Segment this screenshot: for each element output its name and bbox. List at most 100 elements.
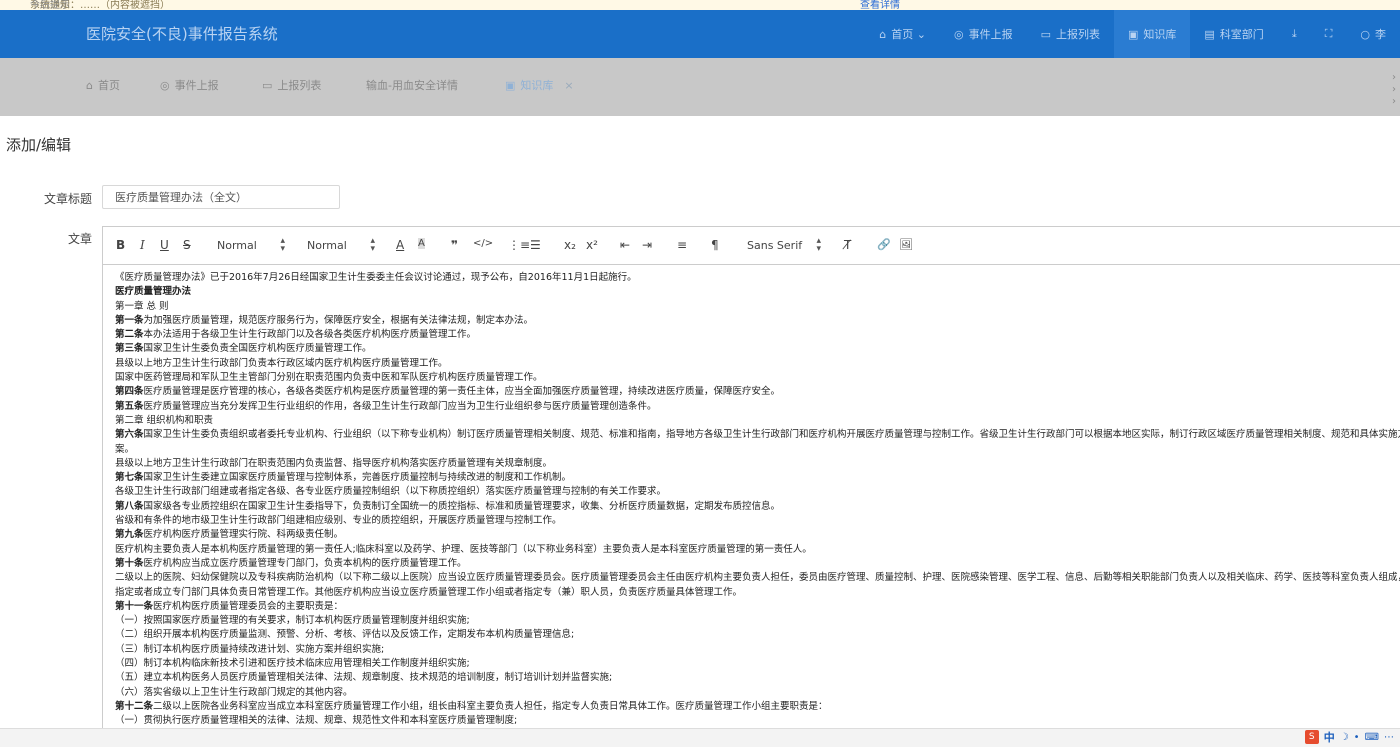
page-tabs: ⌂ 首页 ◎ 事件上报 ▭ 上报列表 输血-用血安全详情 ▣ 知识库 × › › › <box>0 58 1400 116</box>
align-button[interactable]: ≡ <box>677 238 687 252</box>
tab-home-label: 首页 <box>97 79 120 92</box>
size-picker-2[interactable]: Normal ▴ ▾ <box>307 237 375 254</box>
nav-download[interactable]: ⤓ <box>1278 10 1311 58</box>
paragraph-bold-text: 第十一条 <box>115 600 154 612</box>
nav-fullscreen[interactable]: ⛶ <box>1311 10 1347 58</box>
punctuation-icon[interactable]: • <box>1354 732 1360 743</box>
tab-knowledge-base[interactable]: ▣ 知识库 × <box>505 77 574 93</box>
content-paragraph: 第一条为加强医疗质量管理，规范医疗服务行为，保障医疗安全，根据有关法律法规，制定… <box>115 314 1400 328</box>
background-color-button[interactable]: A <box>418 238 425 249</box>
paragraph-bold-text: 医疗质量管理办法 <box>115 286 192 298</box>
paragraph-text: 本办法适用于各级卫生计生行政部门以及各级各类医疗机构医疗质量管理工作。 <box>143 329 477 341</box>
content-paragraph: 国家中医药管理局和军队卫生主管部门分别在职责范围内负责中医和军队医疗机构医疗质量… <box>115 371 1400 385</box>
image-button[interactable]: 🖼 <box>899 238 913 251</box>
paragraph-text: 县级以上地方卫生计生行政部门在职责范围内负责监督、指导医疗机构落实医疗质量管理有… <box>115 457 553 469</box>
ordered-list-button[interactable]: ⋮≡ <box>508 238 530 252</box>
close-icon[interactable]: × <box>564 79 573 92</box>
article-title-label: 文章标题 <box>43 192 92 206</box>
user-icon: ○ <box>1360 27 1370 41</box>
paragraph-text: 省级和有条件的地市级卫生计生行政部门组建相应级别、专业的质控组织，开展医疗质量管… <box>115 515 562 527</box>
top-nav: ⌂ 首页 ⌄ ◎ 事件上报 ▭ 上报列表 ▣ 知识库 ▤ 科室部门 ⤓ ⛶ ○ 李 <box>865 10 1400 58</box>
tab-transfusion-detail[interactable]: 输血-用血安全详情 <box>366 77 458 93</box>
updown-icon: ▴ ▾ <box>280 236 285 254</box>
superscript-button[interactable]: x² <box>586 238 598 252</box>
moon-icon[interactable]: ☽ <box>1340 732 1349 743</box>
bullet-list-button[interactable]: ☰ <box>530 238 541 252</box>
subscript-button[interactable]: x₂ <box>564 238 576 252</box>
content-paragraph: 县级以上地方卫生计生行政部门负责本行政区域内医疗机构医疗质量管理工作。 <box>115 357 1400 371</box>
outdent-button[interactable]: ⇤ <box>620 238 630 252</box>
nav-report-list[interactable]: ▭ 上报列表 <box>1027 10 1114 58</box>
strike-button[interactable]: S <box>183 238 191 252</box>
content-paragraph: 第十二条二级以上医院各业务科室应当成立本科室医疗质量管理工作小组，组长由科室主要… <box>115 700 1400 714</box>
nav-event-report-label: 事件上报 <box>968 28 1013 41</box>
italic-button[interactable]: I <box>140 238 145 252</box>
paragraph-text: （二）组织开展本机构医疗质量监测、预警、分析、考核、评估以及反馈工作，定期发布本… <box>115 629 575 641</box>
paragraph-bold-text: 第九条 <box>115 529 144 541</box>
more-icon[interactable]: ⋯ <box>1384 732 1394 743</box>
editor-content[interactable]: 《医疗质量管理办法》已于2016年7月26日经国家卫生计生委委主任会议讨论通过，… <box>115 271 1400 729</box>
content-paragraph: （一）按照国家医疗质量管理的有关要求，制订本机构医疗质量管理制度并组织实施; <box>115 614 1400 628</box>
nav-event-report[interactable]: ◎ 事件上报 <box>940 10 1027 58</box>
clear-format-button[interactable]: T̸ <box>844 238 851 252</box>
home-icon: ⌂ <box>879 27 887 41</box>
nav-department[interactable]: ▤ 科室部门 <box>1190 10 1277 58</box>
content-paragraph: 第五条医疗质量管理应当充分发挥卫生行业组织的作用，各级卫生计生行政部门应当为卫生… <box>115 400 1400 414</box>
code-block-button[interactable]: </> <box>473 238 493 249</box>
paragraph-text: 国家卫生计生委负责组织或者委托专业机构、行业组织（以下称专业机构）制订医疗质量管… <box>115 429 1400 455</box>
content-paragraph: 二级以上的医院、妇幼保健院以及专科疾病防治机构（以下称二级以上医院）应当设立医疗… <box>115 571 1400 600</box>
paragraph-bold-text: 第五条 <box>115 400 144 412</box>
paragraph-bold-text: 第四条 <box>115 386 144 398</box>
underline-button[interactable]: U <box>160 238 169 252</box>
paragraph-text: （三）制订本机构医疗质量持续改进计划、实施方案并组织实施; <box>115 643 385 655</box>
paragraph-text: 各级卫生计生行政部门组建或者指定各级、各专业医疗质量控制组织（以下称质控组织）落… <box>115 486 667 498</box>
input-language-icon[interactable]: 中 <box>1324 729 1335 745</box>
font-color-button[interactable]: A <box>396 238 404 252</box>
content-paragraph: 《医疗质量管理办法》已于2016年7月26日经国家卫生计生委委主任会议讨论通过，… <box>115 271 1400 285</box>
tabs-scroll-arrows[interactable]: › › › <box>1392 72 1396 108</box>
blockquote-button[interactable]: ❞ <box>451 238 458 252</box>
indent-button[interactable]: ⇥ <box>642 238 652 252</box>
content-paragraph: （二）组织开展本机构医疗质量监测、预警、分析、考核、评估以及反馈工作，定期发布本… <box>115 628 1400 642</box>
font-picker[interactable]: Sans Serif ▴ ▾ <box>747 237 821 254</box>
rich-text-editor: B I U S Normal ▴ ▾ Normal ▴ ▾ A A ❞ </> ⋮≡ ☰… <box>102 226 1400 730</box>
paragraph-bold-text: 第二条 <box>115 329 144 341</box>
keyboard-icon[interactable]: ⌨ <box>1365 732 1379 743</box>
paragraph-text: （四）制订本机构临床新技术引进和医疗技术临床应用管理相关工作制度并组织实施; <box>115 658 470 670</box>
content-paragraph: （三）制订本机构医疗质量持续改进计划、实施方案并组织实施; <box>115 643 1400 657</box>
content-paragraph: 第三条国家卫生计生委负责全国医疗机构医疗质量管理工作。 <box>115 342 1400 356</box>
tab-home[interactable]: ⌂ 首页 <box>86 77 120 93</box>
paragraph-text: （一）贯彻执行医疗质量管理相关的法律、法规、规章、规范性文件和本科室医疗质量管理… <box>115 715 518 727</box>
paragraph-text: 国家级各专业质控组织在国家卫生计生委指导下，负责制订全国统一的质控指标、标准和质… <box>143 500 781 512</box>
nav-department-label: 科室部门 <box>1219 28 1264 41</box>
nav-home[interactable]: ⌂ 首页 ⌄ <box>865 10 940 58</box>
nav-home-label: 首页 ⌄ <box>891 28 926 41</box>
paragraph-bold-text: 第十条 <box>115 557 144 569</box>
tab-report-list-label: 上报列表 <box>277 79 322 92</box>
article-title-input[interactable] <box>102 185 340 209</box>
monitor-icon: ▭ <box>1040 27 1051 41</box>
paragraph-text: 医疗机构医疗质量管理实行院、科两级责任制。 <box>143 529 344 541</box>
content-paragraph: 各级卫生计生行政部门组建或者指定各级、各专业医疗质量控制组织（以下称质控组织）落… <box>115 485 1400 499</box>
paragraph-bold-text: 第一条 <box>115 314 144 326</box>
tab-event-report[interactable]: ◎ 事件上报 <box>160 77 219 93</box>
tab-event-report-label: 事件上报 <box>174 79 219 92</box>
bold-button[interactable]: B <box>116 238 125 252</box>
content-paragraph: 医疗机构主要负责人是本机构医疗质量管理的第一责任人;临床科室以及药学、护理、医技… <box>115 543 1400 557</box>
paragraph-text: 医疗机构主要负责人是本机构医疗质量管理的第一责任人;临床科室以及药学、护理、医技… <box>115 543 812 555</box>
size-picker-1[interactable]: Normal ▴ ▾ <box>217 236 285 254</box>
paragraph-text: 第二章 组织机构和职责 <box>115 414 214 426</box>
nav-user[interactable]: ○ 李 <box>1346 10 1400 58</box>
book-icon: ▣ <box>1128 27 1139 41</box>
paragraph-bold-text: 第六条 <box>115 429 144 441</box>
text-direction-button[interactable]: ¶ <box>711 238 719 252</box>
nav-knowledge-base[interactable]: ▣ 知识库 <box>1114 10 1191 58</box>
link-button[interactable]: 🔗 <box>877 238 891 251</box>
paragraph-text: 医疗质量管理应当充分发挥卫生行业组织的作用，各级卫生计生行政部门应当为卫生行业组… <box>143 400 657 412</box>
monitor-icon: ▭ <box>262 78 273 92</box>
sogou-icon[interactable]: S <box>1304 730 1319 744</box>
nav-user-label: 李 <box>1375 28 1386 41</box>
tab-report-list[interactable]: ▭ 上报列表 <box>262 77 321 93</box>
content-paragraph: （六）落实省级以上卫生计生行政部门规定的其他内容。 <box>115 686 1400 700</box>
book-icon: ▣ <box>505 78 516 92</box>
